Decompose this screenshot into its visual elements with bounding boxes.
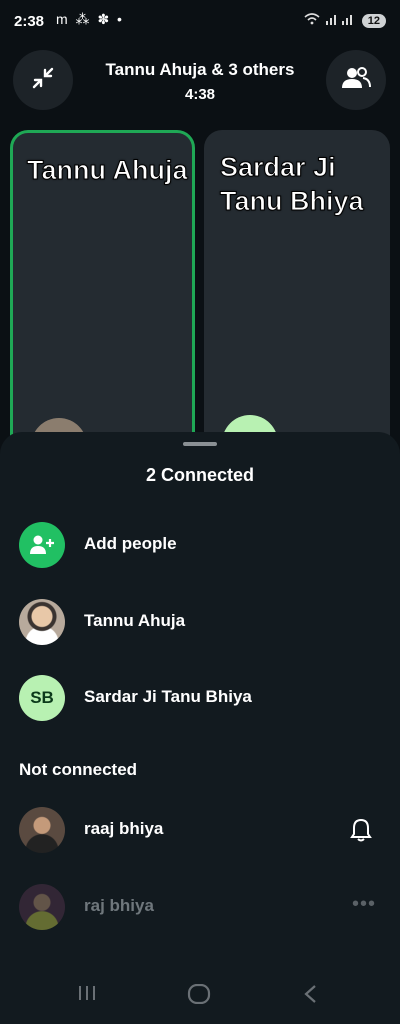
sheet-title: 2 Connected [145, 465, 255, 485]
bell-icon[interactable] [350, 818, 372, 847]
people-icon [341, 66, 371, 95]
notification-icons: m ⁂ ✽ • [56, 11, 124, 27]
add-people-label: Add people [84, 534, 177, 553]
list-item[interactable]: Tannu Ahuja [0, 592, 400, 652]
back-button[interactable] [302, 984, 318, 1009]
not-connected-heading: Not connected [19, 760, 138, 779]
status-bar: 2:38 m ⁂ ✽ • 12 [0, 0, 400, 46]
add-person-icon [19, 522, 65, 568]
tile-name: Tannu Ahuja [26, 155, 188, 186]
participants-button[interactable] [326, 50, 386, 110]
system-nav-bar [0, 968, 400, 1024]
list-item[interactable]: raj bhiya ••• [0, 877, 400, 937]
status-time: 2:38 [14, 13, 45, 30]
participants-sheet: 2 Connected Add people Tannu Ahuja SB Sa… [0, 432, 400, 1024]
tile-name: Sardar Ji Tanu Bhiya [220, 152, 365, 217]
call-title: Tannu Ahuja & 3 others [105, 60, 295, 79]
participant-tile[interactable]: Sardar Ji Tanu Bhiya [204, 130, 390, 470]
minimize-button[interactable] [13, 50, 73, 110]
avatar [19, 884, 65, 930]
participant-tile[interactable]: Tannu Ahuja [10, 130, 195, 470]
minimize-arrows-icon [30, 65, 56, 96]
avatar: SB [19, 675, 65, 721]
signal-icon [325, 13, 356, 28]
avatar [19, 599, 65, 645]
participant-name: raj bhiya [84, 896, 154, 915]
list-item[interactable]: SB Sardar Ji Tanu Bhiya [0, 668, 400, 728]
list-item[interactable]: raaj bhiya [0, 800, 400, 860]
participant-name: Tannu Ahuja [84, 611, 186, 630]
home-button[interactable] [187, 983, 211, 1009]
participant-name: raaj bhiya [84, 819, 164, 838]
call-timer: 4:38 [184, 86, 216, 103]
wifi-icon [304, 13, 320, 28]
participant-name: Sardar Ji Tanu Bhiya [84, 687, 252, 706]
battery-icon: 12 [361, 13, 386, 28]
drag-handle[interactable] [183, 442, 217, 446]
add-people-button[interactable]: Add people [0, 515, 400, 575]
status-right: 12 [304, 13, 386, 28]
recent-apps-button[interactable] [77, 984, 97, 1007]
more-dots-icon[interactable]: ••• [352, 893, 376, 916]
avatar [19, 807, 65, 853]
